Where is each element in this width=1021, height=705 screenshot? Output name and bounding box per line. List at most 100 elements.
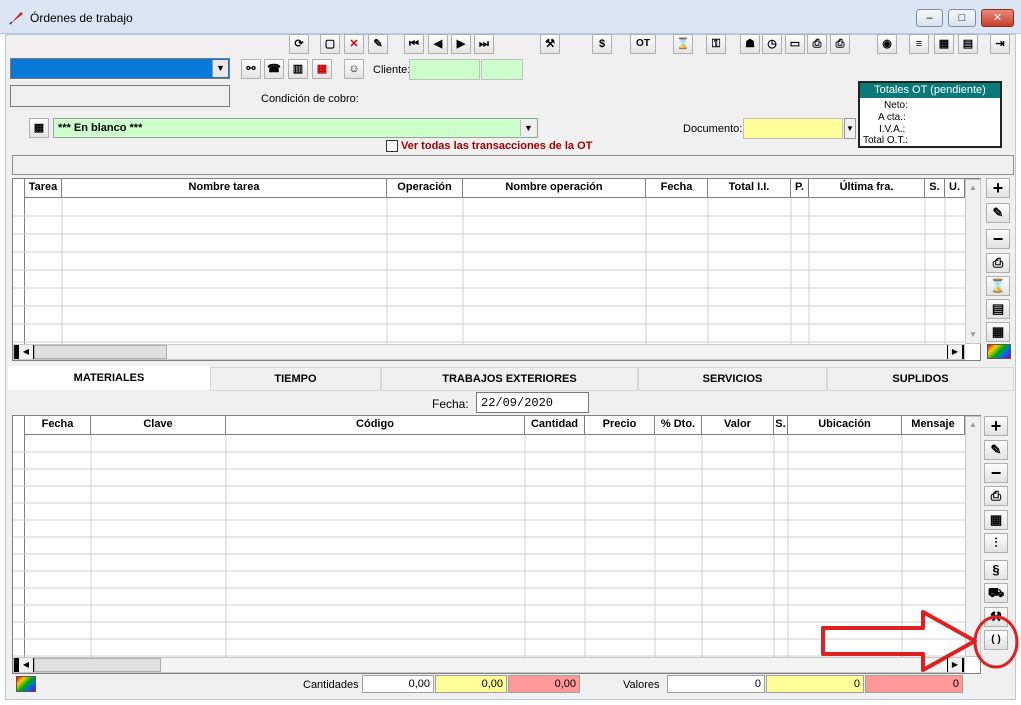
hourglass-icon[interactable]: ⌛ [986, 276, 1010, 296]
table-icon[interactable]: ▦ [934, 34, 954, 54]
col-total-ii[interactable]: Total I.I. [708, 179, 791, 197]
grid1-hscroll[interactable]: ◀ ▶ [13, 344, 965, 360]
tareas-grid[interactable]: Tarea Nombre tarea Operación Nombre oper… [12, 178, 981, 361]
scroll-left-icon[interactable]: ◀ [19, 345, 33, 359]
color-palette-icon[interactable] [16, 676, 36, 692]
edit-material-icon[interactable]: ✎ [984, 440, 1008, 460]
tab-trabajos-exteriores[interactable]: TRABAJOS EXTERIORES [381, 367, 638, 391]
documento-field[interactable] [743, 118, 843, 139]
col-nombre-operacion[interactable]: Nombre operación [463, 179, 646, 197]
window-title: Órdenes de trabajo [30, 11, 133, 25]
last-record-icon[interactable]: ⏭ [474, 34, 494, 54]
add-material-button[interactable]: + [984, 416, 1008, 436]
print-icon[interactable]: ⎙ [984, 486, 1008, 506]
tab-materiales[interactable]: MATERIALES [8, 366, 210, 390]
clock-icon[interactable]: ◷ [762, 34, 782, 54]
col-clave[interactable]: Clave [91, 416, 226, 434]
hscroll-track[interactable] [167, 345, 947, 359]
refresh-icon[interactable]: ⟳ [289, 34, 309, 54]
scroll-down-icon[interactable]: ▼ [966, 327, 980, 343]
blank-combo[interactable]: *** En blanco *** ▼ [53, 118, 538, 138]
tab-tiempo[interactable]: TIEMPO [210, 367, 381, 391]
documento-dropdown[interactable]: ▼ [844, 118, 856, 139]
maximize-button[interactable]: □ [948, 9, 976, 27]
col-p[interactable]: P. [791, 179, 809, 197]
exit-icon[interactable]: ⇥ [990, 34, 1010, 54]
add-row-button[interactable]: + [986, 178, 1010, 198]
people-icon[interactable]: ☗ [740, 34, 760, 54]
calendar-icon[interactable]: ▦ [312, 59, 332, 79]
col-u[interactable]: U. [945, 179, 965, 197]
print-icon[interactable]: ⎙ [830, 34, 850, 54]
print-preview-icon[interactable]: ⎙ [807, 34, 827, 54]
print-icon[interactable]: ⎙ [986, 253, 1010, 273]
col-valor[interactable]: Valor [702, 416, 774, 434]
col-s[interactable]: S. [925, 179, 945, 197]
camera-icon[interactable]: ◉ [877, 34, 897, 54]
blank-combo-value: *** En blanco *** [58, 122, 143, 134]
col-ubicacion[interactable]: Ubicación [788, 416, 902, 434]
edit-doc-icon[interactable]: ✎ [368, 34, 388, 54]
chevron-down-icon[interactable]: ▼ [520, 120, 536, 136]
next-record-icon[interactable]: ▶ [451, 34, 471, 54]
hourglass-icon[interactable]: ⌛ [673, 34, 693, 54]
col-tarea[interactable]: Tarea [25, 179, 62, 197]
user-icon[interactable]: ☺ [344, 59, 364, 79]
grid1-vscroll[interactable]: ▲ ▼ [965, 179, 981, 344]
folder-icon[interactable]: ▭ [785, 34, 805, 54]
scanner-icon[interactable]: ≡ [909, 34, 929, 54]
remove-material-button[interactable]: − [984, 463, 1008, 483]
phone-icon[interactable]: ☎ [264, 59, 284, 79]
scroll-icon[interactable]: § [984, 560, 1008, 580]
list-icon[interactable]: ▤ [986, 299, 1010, 319]
chart-icon[interactable]: ▦ [29, 118, 49, 138]
scroll-left-icon[interactable]: ◀ [19, 658, 33, 672]
cliente-code-field[interactable] [409, 59, 480, 80]
hscroll-thumb[interactable] [34, 345, 167, 359]
minimize-button[interactable]: – [916, 9, 943, 27]
scroll-up-icon[interactable]: ▲ [966, 180, 980, 196]
col-mensaje[interactable]: Mensaje [902, 416, 965, 434]
wrench-icon[interactable]: ⫶ [984, 533, 1008, 553]
chevron-down-icon[interactable]: ▼ [212, 60, 228, 77]
col-fecha[interactable]: Fecha [25, 416, 91, 434]
col-precio[interactable]: Precio [585, 416, 655, 434]
fecha-input[interactable]: 22/09/2020 [476, 392, 589, 413]
key-icon[interactable]: ⚿ [706, 34, 726, 54]
col-fecha[interactable]: Fecha [646, 179, 708, 197]
close-button[interactable]: ✕ [981, 9, 1014, 27]
new-doc-icon[interactable]: ▢ [320, 34, 340, 54]
tab-servicios[interactable]: SERVICIOS [638, 367, 827, 391]
col-operacion[interactable]: Operación [387, 179, 463, 197]
book-icon[interactable]: ▥ [288, 59, 308, 79]
col-dto[interactable]: % Dto. [655, 416, 702, 434]
col-ultima-fra[interactable]: Última fra. [809, 179, 925, 197]
prev-record-icon[interactable]: ◀ [428, 34, 448, 54]
tab-suplidos[interactable]: SUPLIDOS [827, 367, 1014, 391]
cart-icon[interactable]: ⛟ [984, 583, 1008, 603]
document-icon[interactable]: ▤ [958, 34, 978, 54]
edit-row-icon[interactable]: ✎ [986, 203, 1010, 223]
film-icon[interactable]: ▦ [986, 322, 1010, 342]
company-combo[interactable]: ▼ [10, 58, 230, 79]
ver-todas-label[interactable]: Ver todas las transacciones de la OT [401, 140, 592, 152]
col-nombre-tarea[interactable]: Nombre tarea [62, 179, 387, 197]
delete-icon[interactable]: ✕ [344, 34, 364, 54]
col-cantidad[interactable]: Cantidad [525, 416, 585, 434]
hscroll-thumb[interactable] [34, 658, 161, 672]
ot-button[interactable]: OT [630, 34, 656, 54]
chart-icon[interactable]: ▦ [984, 510, 1008, 530]
scroll-up-icon[interactable]: ▲ [966, 417, 980, 433]
cliente-name-field[interactable] [481, 59, 523, 80]
color-palette-icon[interactable] [987, 344, 1011, 359]
ver-todas-checkbox[interactable] [386, 140, 398, 152]
first-record-icon[interactable]: ⏮ [404, 34, 424, 54]
col-s[interactable]: S. [774, 416, 788, 434]
status-field[interactable] [10, 85, 230, 107]
remove-row-button[interactable]: − [986, 229, 1010, 249]
scroll-right-icon[interactable]: ▶ [948, 345, 962, 359]
binoculars-icon[interactable]: ⚯ [241, 59, 261, 79]
money-icon[interactable]: $ [592, 34, 612, 54]
col-codigo[interactable]: Código [226, 416, 525, 434]
tools-icon[interactable]: ⚒ [540, 34, 560, 54]
